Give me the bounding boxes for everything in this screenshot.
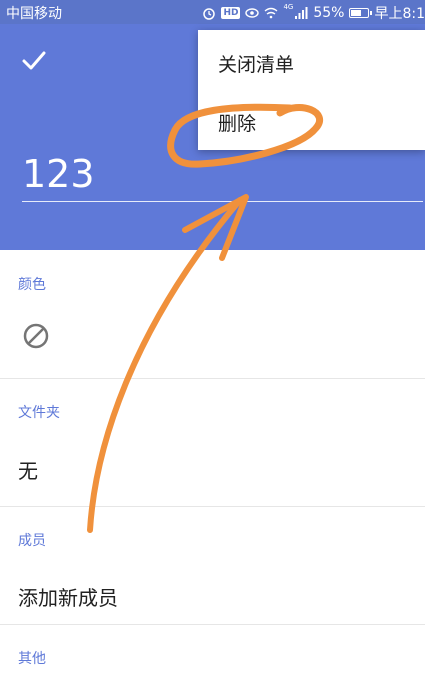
- battery-icon: [349, 8, 373, 18]
- wifi-icon: [265, 7, 278, 19]
- folder-value[interactable]: 无: [18, 455, 38, 484]
- add-member-button[interactable]: 添加新成员: [18, 582, 118, 611]
- section-label-members: 成员: [18, 533, 46, 549]
- menu-item-close-list[interactable]: 关闭清单: [218, 50, 294, 77]
- clock: 早上8:1: [374, 6, 425, 22]
- overflow-menu: 关闭清单 删除: [198, 30, 425, 150]
- status-bar: 中国移动 HD 4G 55% 早上8:1: [0, 0, 425, 24]
- section-label-color: 颜色: [18, 277, 46, 293]
- eye-icon: [245, 8, 260, 18]
- menu-item-delete[interactable]: 删除: [218, 109, 256, 136]
- divider: [0, 378, 425, 379]
- divider: [0, 624, 425, 625]
- list-title-input[interactable]: [22, 152, 422, 196]
- signal-icon: [295, 7, 308, 19]
- divider: [0, 506, 425, 507]
- section-label-folder: 文件夹: [18, 405, 60, 421]
- section-label-other: 其他: [18, 651, 46, 667]
- status-icons: HD 4G 55% 早上8:1: [202, 3, 425, 23]
- carrier-name: 中国移动: [6, 6, 62, 22]
- check-icon[interactable]: [20, 46, 48, 74]
- battery-level: [351, 10, 362, 16]
- title-underline: [22, 201, 423, 202]
- network-type: 4G: [283, 3, 294, 11]
- no-color-icon[interactable]: [22, 322, 50, 350]
- battery-percent: 55%: [313, 5, 345, 21]
- hd-icon: HD: [221, 7, 241, 19]
- alarm-icon: [203, 8, 216, 20]
